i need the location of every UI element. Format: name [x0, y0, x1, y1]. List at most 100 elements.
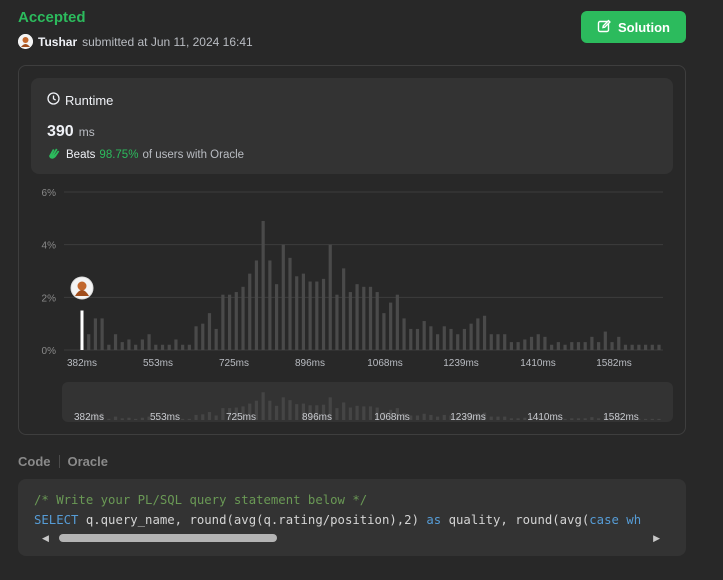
chart-bar	[93, 318, 98, 350]
chart-bar	[556, 342, 560, 350]
navigator-bar	[489, 416, 493, 420]
navigator-tick-label: 382ms	[74, 412, 104, 423]
y-tick-label: 6%	[42, 188, 57, 199]
navigator-tick-label: 553ms	[150, 412, 180, 423]
chart-bar	[409, 328, 413, 350]
chart-bar	[657, 344, 661, 350]
chart-bar	[355, 284, 359, 350]
chart-bar	[389, 302, 393, 350]
scroll-thumb[interactable]	[59, 534, 277, 542]
chart-bar	[154, 344, 158, 350]
x-tick-label: 896ms	[295, 358, 325, 369]
navigator-bar	[422, 413, 426, 420]
chart-bar	[140, 339, 144, 350]
chart-bar	[113, 334, 118, 350]
navigator-bar	[194, 414, 198, 420]
navigator-bar	[214, 415, 218, 420]
chart-bar	[570, 342, 574, 350]
navigator-bar	[127, 417, 131, 420]
chart-bar	[422, 321, 426, 350]
chart-bar	[590, 336, 594, 350]
code-viewer[interactable]: /* Write your PL/SQL query statement bel…	[18, 479, 686, 556]
chart-bar	[456, 334, 460, 350]
chart-bar	[462, 328, 467, 350]
chart-bar	[583, 342, 587, 350]
navigator-bar	[348, 407, 352, 420]
navigator-bar	[187, 418, 191, 420]
x-tick-label: 1410ms	[520, 358, 556, 369]
code-token: quality, round(avg(	[441, 513, 590, 527]
chart-bar	[134, 344, 138, 350]
scroll-right-icon[interactable]: ▶	[653, 533, 660, 544]
navigator-bar	[503, 416, 507, 420]
chart-bar	[509, 342, 513, 350]
chart-bar	[516, 342, 520, 350]
navigator-tick-label: 1068ms	[374, 412, 410, 423]
chart-bar	[214, 328, 218, 350]
chart-bar	[348, 292, 352, 350]
navigator-bar	[368, 406, 373, 420]
navigator-bar	[134, 418, 138, 420]
chart-bar	[476, 318, 480, 350]
chart-bar	[643, 344, 648, 350]
chart-bar	[429, 326, 433, 350]
horizontal-scrollbar[interactable]: ◀ ▶	[42, 533, 660, 543]
x-tick-label: 382ms	[67, 358, 97, 369]
navigator-bar	[362, 406, 366, 420]
navigator-bar	[268, 400, 272, 420]
chart-bar	[254, 260, 259, 350]
highlight-avatar-head	[77, 281, 87, 291]
runtime-distribution-chart[interactable]: 0% 2% 4% 6% 382ms 553ms 725ms 896ms 1068ms 1239ms…	[0, 0, 723, 440]
code-line-2: SELECT q.query_name, round(avg(q.rating/…	[34, 513, 641, 527]
navigator-bar	[597, 418, 601, 420]
x-tick-label: 553ms	[143, 358, 173, 369]
navigator-bar	[657, 418, 661, 420]
chart-bar	[248, 273, 252, 350]
chart-bar	[288, 257, 292, 350]
navigator-bar	[207, 412, 212, 420]
navigator-tick-label: 1239ms	[450, 412, 486, 423]
navigator-tick-label: 1410ms	[527, 412, 563, 423]
navigator-tick-label: 725ms	[226, 412, 256, 423]
tab-code[interactable]: Code	[18, 454, 51, 469]
chart-bar	[617, 336, 621, 350]
x-tick-label: 1239ms	[443, 358, 479, 369]
navigator-bar	[576, 418, 581, 420]
navigator-bar	[281, 397, 285, 420]
chart-bar	[482, 315, 487, 350]
code-token: as	[426, 513, 442, 527]
chart-bar	[650, 344, 654, 350]
navigator-bar	[113, 416, 118, 420]
y-tick-label: 2%	[42, 293, 57, 304]
navigator-bar	[429, 414, 433, 420]
tab-language[interactable]: Oracle	[68, 454, 108, 469]
navigator-bar	[355, 405, 359, 420]
chart-bar	[160, 344, 165, 350]
navigator-bar	[590, 417, 594, 420]
chart-bar	[321, 278, 326, 350]
chart-bar	[362, 286, 366, 350]
code-token: case	[589, 513, 619, 527]
navigator-bar	[295, 404, 299, 420]
chart-bar	[274, 284, 279, 350]
navigator-bar	[288, 400, 292, 420]
chart-bar	[308, 281, 312, 350]
chart-bar	[435, 334, 440, 350]
navigator-bar	[516, 418, 520, 420]
navigator-bar	[570, 418, 574, 420]
navigator-tick-label: 896ms	[302, 412, 332, 423]
chart-bar	[449, 328, 453, 350]
navigator-bar	[442, 414, 446, 420]
scroll-left-icon[interactable]: ◀	[42, 533, 49, 544]
chart-bar	[281, 244, 285, 350]
y-tick-label: 4%	[42, 241, 57, 252]
navigator-bar	[643, 418, 648, 420]
navigator-bar	[335, 408, 339, 420]
chart-bar	[550, 344, 554, 350]
chart-bar	[207, 313, 212, 350]
chart-bar	[496, 334, 500, 350]
chart-bar	[234, 292, 238, 350]
navigator-bar	[181, 418, 185, 420]
chart-bar	[147, 334, 151, 350]
chart-bar	[523, 339, 527, 350]
